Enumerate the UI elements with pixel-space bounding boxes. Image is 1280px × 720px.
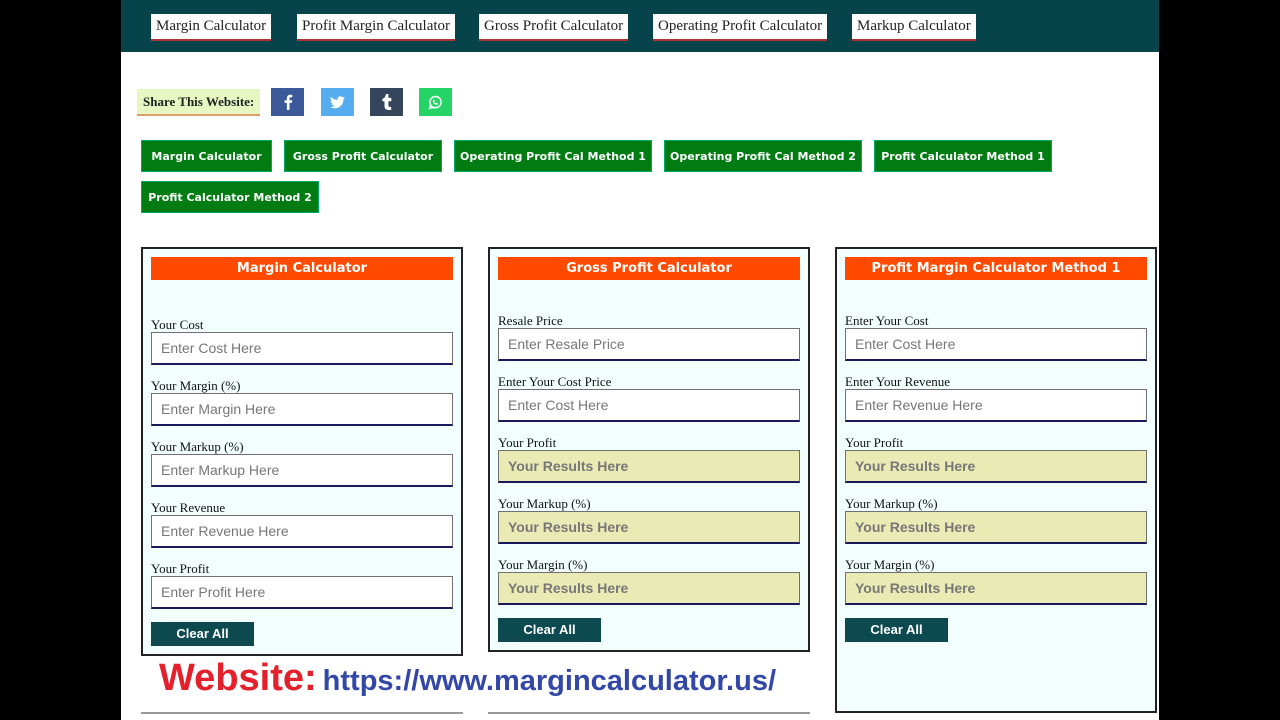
margin-result	[498, 572, 800, 605]
quicklink-operating-profit-method-2[interactable]: Operating Profit Cal Method 2	[664, 140, 862, 172]
profit-result	[845, 450, 1147, 483]
divider	[488, 712, 810, 714]
revenue-input[interactable]	[151, 515, 453, 548]
top-navigation: Margin Calculator Profit Margin Calculat…	[121, 0, 1159, 52]
cost-price-label: Enter Your Cost Price	[498, 374, 612, 389]
website-banner: Website: https://www.margincalculator.us/	[159, 657, 776, 700]
clear-all-button[interactable]: Clear All	[845, 618, 948, 642]
quicklink-profit-calculator-method-2[interactable]: Profit Calculator Method 2	[141, 181, 319, 213]
panel-title: Margin Calculator	[151, 257, 453, 280]
cost-input[interactable]	[845, 328, 1147, 361]
divider	[141, 712, 463, 714]
cost-label: Your Cost	[151, 317, 204, 332]
share-label: Share This Website:	[137, 89, 261, 116]
profit-margin-calculator-method-1-panel: Profit Margin Calculator Method 1 Enter …	[835, 247, 1157, 713]
profit-input[interactable]	[151, 576, 453, 609]
markup-label: Your Markup (%)	[151, 439, 244, 454]
clear-all-button[interactable]: Clear All	[151, 622, 254, 646]
revenue-label: Enter Your Revenue	[845, 374, 951, 389]
tumblr-icon	[381, 94, 391, 110]
cost-label: Enter Your Cost	[845, 313, 929, 328]
cost-price-input[interactable]	[498, 389, 800, 422]
profit-result	[498, 450, 800, 483]
facebook-share-button[interactable]	[271, 88, 304, 116]
twitter-icon	[330, 95, 345, 108]
nav-link-gross-profit-calculator[interactable]: Gross Profit Calculator	[479, 14, 629, 39]
margin-result	[845, 572, 1147, 605]
tumblr-share-button[interactable]	[370, 88, 403, 116]
markup-label: Your Markup (%)	[845, 496, 938, 511]
margin-calculator-panel: Margin Calculator Your Cost Your Margin …	[141, 247, 463, 656]
panel-title: Profit Margin Calculator Method 1	[845, 257, 1147, 280]
website-url-link[interactable]: https://www.margincalculator.us/	[323, 665, 776, 697]
nav-link-margin-calculator[interactable]: Margin Calculator	[151, 14, 272, 39]
nav-link-operating-profit-calculator[interactable]: Operating Profit Calculator	[653, 14, 828, 39]
resale-price-label: Resale Price	[498, 313, 563, 328]
twitter-share-button[interactable]	[321, 88, 354, 116]
nav-link-profit-margin-calculator[interactable]: Profit Margin Calculator	[297, 14, 456, 39]
markup-result	[845, 511, 1147, 544]
markup-label: Your Markup (%)	[498, 496, 591, 511]
margin-input[interactable]	[151, 393, 453, 426]
facebook-icon	[284, 94, 292, 110]
page: Margin Calculator Profit Margin Calculat…	[121, 0, 1159, 720]
whatsapp-icon	[428, 95, 442, 109]
markup-input[interactable]	[151, 454, 453, 487]
profit-label: Your Profit	[845, 435, 904, 450]
profit-label: Your Profit	[151, 561, 210, 576]
panel-title: Gross Profit Calculator	[498, 257, 800, 280]
margin-label: Your Margin (%)	[151, 378, 241, 393]
gross-profit-calculator-panel: Gross Profit Calculator Resale Price Ent…	[488, 247, 810, 652]
cost-input[interactable]	[151, 332, 453, 365]
quicklink-operating-profit-method-1[interactable]: Operating Profit Cal Method 1	[454, 140, 652, 172]
clear-all-button[interactable]: Clear All	[498, 618, 601, 642]
resale-price-input[interactable]	[498, 328, 800, 361]
whatsapp-share-button[interactable]	[419, 88, 452, 116]
website-label: Website:	[159, 657, 317, 699]
margin-label: Your Margin (%)	[845, 557, 935, 572]
quicklink-gross-profit-calculator[interactable]: Gross Profit Calculator	[284, 140, 442, 172]
margin-label: Your Margin (%)	[498, 557, 588, 572]
quicklink-profit-calculator-method-1[interactable]: Profit Calculator Method 1	[874, 140, 1052, 172]
revenue-input[interactable]	[845, 389, 1147, 422]
markup-result	[498, 511, 800, 544]
profit-label: Your Profit	[498, 435, 557, 450]
nav-link-markup-calculator[interactable]: Markup Calculator	[852, 14, 976, 39]
revenue-label: Your Revenue	[151, 500, 226, 515]
quicklink-margin-calculator[interactable]: Margin Calculator	[141, 140, 272, 172]
